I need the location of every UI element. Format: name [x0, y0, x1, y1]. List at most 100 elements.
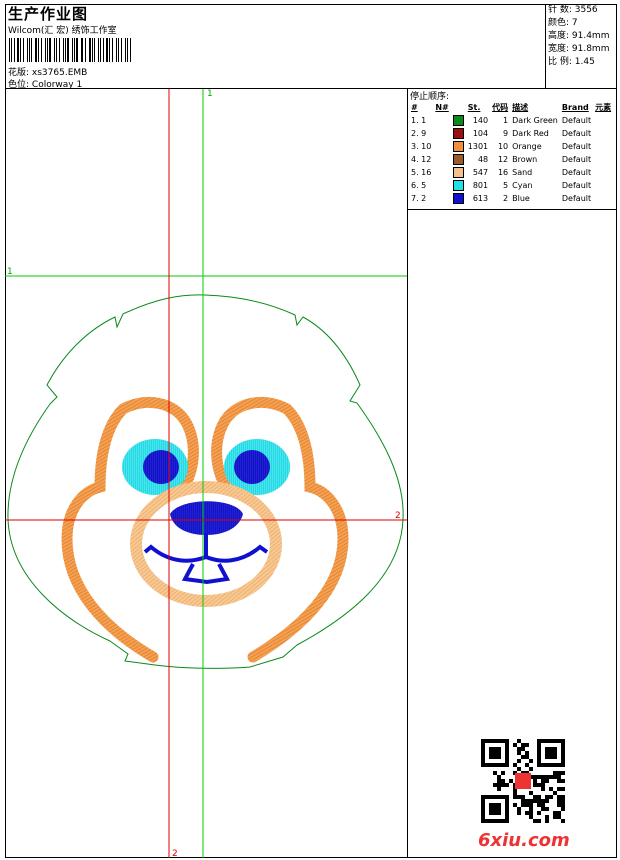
- row-element: [593, 166, 613, 179]
- spec-list: 针 数: 3556 颜色: 7 高度: 91.4mm 宽度: 91.8mm 比 …: [548, 4, 609, 69]
- header: 生产作业图 Wilcom(汇 宏) 绣饰工作室 花版: xs3765.EMB 色…: [5, 4, 617, 90]
- stop-sequence-panel: 停止顺序: # N# St. 代码 描述 Brand 元素 1. 1 140 1 Da…: [408, 89, 617, 210]
- qr-code: [481, 739, 565, 823]
- qr-code-graphic: [481, 739, 565, 823]
- color-table-row: 7. 2 613 2 Blue Default: [409, 192, 613, 205]
- color-swatch: [452, 180, 464, 191]
- col-brand: Brand: [561, 103, 589, 112]
- row-brand: Default: [561, 129, 592, 138]
- mouth: [143, 533, 269, 585]
- row-stitches: 801: [472, 181, 489, 190]
- row-brand: Default: [561, 194, 592, 203]
- row-brand: Default: [561, 142, 592, 151]
- col-swatch: [451, 101, 466, 114]
- color-table-row: 2. 9 104 9 Dark Red Default: [409, 127, 613, 140]
- col-description: 描述: [512, 103, 529, 112]
- right-pupil: [234, 450, 270, 484]
- face-band-left: [61, 396, 199, 663]
- col-stitches: St.: [467, 103, 481, 112]
- spec-colors: 颜色: 7: [548, 18, 578, 28]
- row-code: 10: [497, 142, 509, 151]
- spec-scale: 比 例: 1.45: [548, 57, 595, 67]
- row-index: 1. 1: [411, 116, 427, 125]
- row-index: 3. 10: [411, 142, 432, 151]
- row-description: Dark Green: [512, 116, 558, 125]
- watermark-logo: 6xiu.com: [478, 830, 570, 851]
- row-description: Orange: [512, 142, 542, 151]
- row-brand: Default: [561, 168, 592, 177]
- row-element: [593, 192, 613, 205]
- row-description: Sand: [512, 168, 533, 177]
- row-stitches: 547: [472, 168, 489, 177]
- axis-v2-label: 2: [172, 849, 178, 858]
- row-blank: [433, 192, 450, 205]
- color-table-header: # N# St. 代码 描述 Brand 元素: [409, 101, 613, 114]
- color-table-row: 3. 10 1301 10 Orange Default: [409, 140, 613, 153]
- axis-h1-label: 1: [7, 267, 13, 277]
- row-description: Cyan: [512, 181, 533, 190]
- row-element: [593, 114, 613, 127]
- row-brand: Default: [561, 155, 592, 164]
- color-swatch: [452, 193, 464, 204]
- row-blank: [433, 179, 450, 192]
- row-swatch: [451, 192, 466, 205]
- row-code: 5: [503, 181, 509, 190]
- color-swatch: [452, 141, 464, 152]
- row-stitches: 48: [477, 155, 489, 164]
- header-left: 生产作业图 Wilcom(汇 宏) 绣饰工作室 花版: xs3765.EMB 色…: [5, 4, 546, 90]
- row-swatch: [451, 114, 466, 127]
- row-stitches: 104: [472, 129, 489, 138]
- color-table: # N# St. 代码 描述 Brand 元素 1. 1 140 1 Dark Gre…: [409, 101, 613, 205]
- design-preview: 1 1 2 2: [5, 89, 408, 858]
- embroidery-drawing: 1 1 2 2: [5, 89, 407, 858]
- row-blank: [433, 114, 450, 127]
- color-swatch: [452, 154, 464, 165]
- row-index: 2. 9: [411, 129, 427, 138]
- color-table-row: 5. 16 547 16 Sand Default: [409, 166, 613, 179]
- row-index: 6. 5: [411, 181, 427, 190]
- col-element: 元素: [595, 103, 612, 112]
- color-table-row: 4. 12 48 12 Brown Default: [409, 153, 613, 166]
- row-blank: [433, 127, 450, 140]
- spec-height: 高度: 91.4mm: [548, 31, 610, 41]
- row-code: 1: [503, 116, 509, 125]
- row-swatch: [451, 153, 466, 166]
- row-element: [593, 153, 613, 166]
- axis-h2-label: 2: [395, 511, 401, 521]
- row-blank: [433, 166, 450, 179]
- company-name: Wilcom(汇 宏) 绣饰工作室: [8, 26, 117, 36]
- spec-stitches: 针 数: 3556: [548, 5, 598, 15]
- color-swatch: [452, 115, 464, 126]
- spec-width: 宽度: 91.8mm: [548, 44, 610, 54]
- row-element: [593, 179, 613, 192]
- page-title: 生产作业图: [8, 5, 89, 23]
- row-code: 9: [503, 129, 509, 138]
- row-swatch: [451, 127, 466, 140]
- axis-v1-label: 1: [207, 89, 213, 99]
- row-element: [593, 127, 613, 140]
- row-code: 16: [497, 168, 509, 177]
- row-blank: [433, 140, 450, 153]
- color-table-row: 6. 5 801 5 Cyan Default: [409, 179, 613, 192]
- barcode: [9, 38, 134, 62]
- row-stitches: 613: [472, 194, 489, 203]
- row-index: 7. 2: [411, 194, 427, 203]
- row-brand: Default: [561, 181, 592, 190]
- col-index: #: [411, 103, 418, 112]
- row-swatch: [451, 179, 466, 192]
- row-description: Dark Red: [512, 129, 549, 138]
- row-code: 12: [497, 155, 509, 164]
- row-swatch: [451, 140, 466, 153]
- row-stitches: 1301: [467, 142, 489, 151]
- row-description: Brown: [512, 155, 538, 164]
- row-index: 4. 12: [411, 155, 432, 164]
- left-pupil: [143, 450, 179, 484]
- color-swatch: [452, 167, 464, 178]
- row-brand: Default: [561, 116, 592, 125]
- row-description: Blue: [512, 194, 530, 203]
- color-table-row: 1. 1 140 1 Dark Green Default: [409, 114, 613, 127]
- color-swatch: [452, 128, 464, 139]
- col-number: N#: [435, 103, 449, 112]
- nose: [170, 501, 243, 535]
- row-index: 5. 16: [411, 168, 432, 177]
